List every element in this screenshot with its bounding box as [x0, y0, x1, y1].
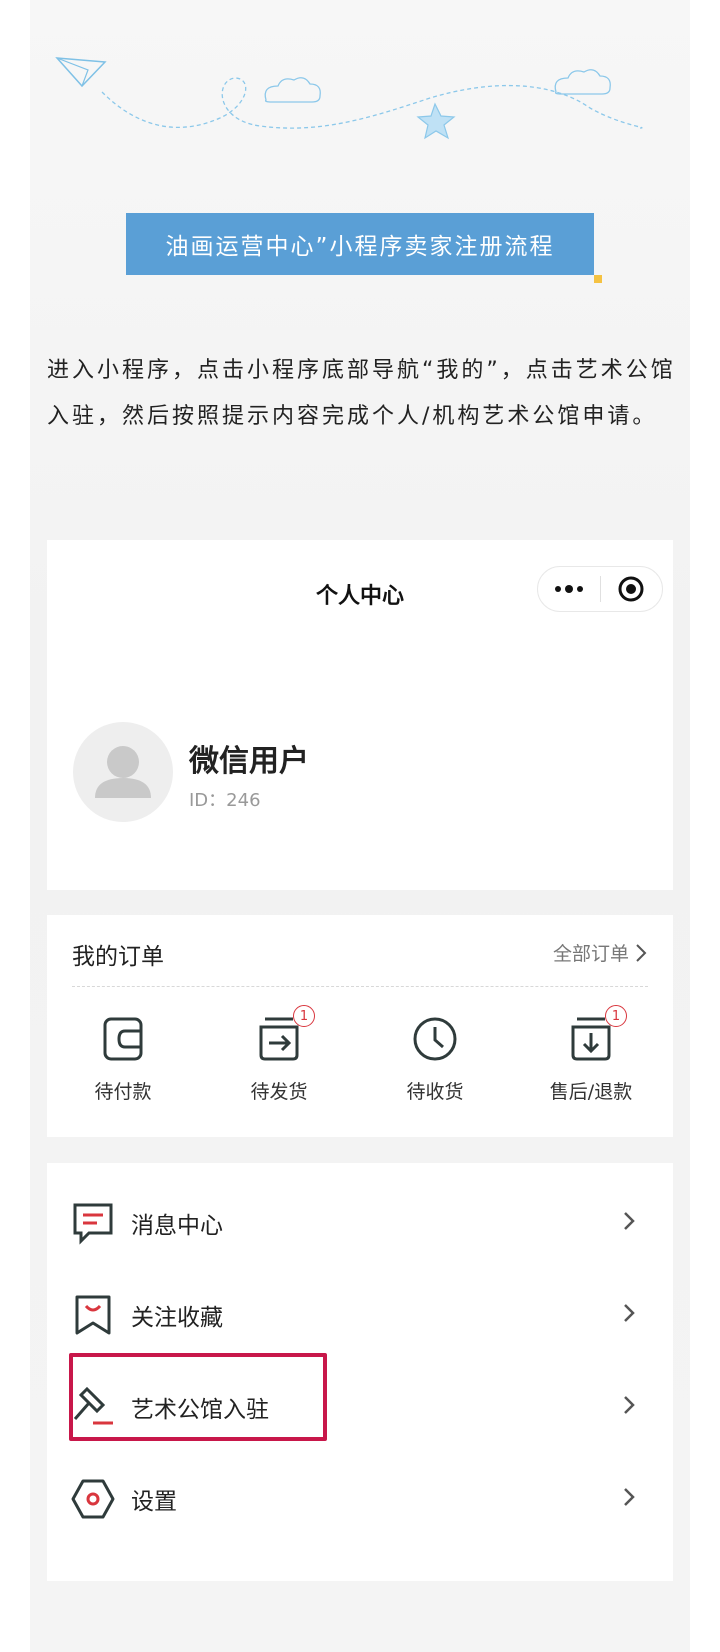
default-avatar-icon [95, 746, 151, 798]
order-badge: 1 [293, 1005, 315, 1027]
username: 微信用户 [189, 744, 309, 779]
order-badge: 1 [605, 1005, 627, 1027]
message-icon [71, 1201, 115, 1245]
menu-label: 设置 [131, 1489, 177, 1515]
highlight-annotation-box [69, 1353, 327, 1441]
paper-plane-decoration [55, 57, 643, 140]
orders-divider [72, 986, 648, 987]
menu-card: 消息中心 关注收藏 艺术公馆入驻 设置 [47, 1163, 673, 1581]
avatar[interactable] [73, 722, 173, 822]
all-orders-label: 全部订单 [552, 943, 629, 965]
order-pending-shipment[interactable]: 1 待发货 [214, 1005, 344, 1104]
article-title-bar: 油画运营中心”小程序卖家注册流程 [126, 213, 594, 275]
chevron-right-icon [623, 1211, 635, 1236]
article-title: 油画运营中心”小程序卖家注册流程 [165, 234, 555, 260]
favorite-bookmark-icon [71, 1293, 115, 1337]
menu-item-messages[interactable]: 消息中心 [47, 1177, 673, 1269]
chevron-right-icon [636, 943, 647, 962]
user-id: ID：246 [189, 790, 261, 811]
wallet-icon [99, 1015, 147, 1063]
order-label: 待收货 [406, 1081, 464, 1103]
chevron-right-icon [623, 1303, 635, 1328]
intro-paragraph: 进入小程序，点击小程序底部导航“我的”，点击艺术公馆入驻，然后按照提示内容完成个… [47, 358, 676, 429]
refund-icon: 1 [567, 1005, 627, 1063]
target-circle-icon[interactable] [600, 575, 662, 603]
ship-out-icon: 1 [255, 1005, 315, 1063]
settings-hexagon-icon [71, 1477, 115, 1521]
orders-title: 我的订单 [72, 944, 164, 970]
order-after-sale[interactable]: 1 售后/退款 [526, 1005, 656, 1104]
order-label: 待付款 [94, 1081, 152, 1103]
menu-label: 消息中心 [131, 1213, 223, 1239]
all-orders-link[interactable]: 全部订单 [553, 939, 647, 966]
orders-card: 我的订单 全部订单 待付款 1 待发货 待收货 1 售后/退款 [47, 915, 673, 1137]
profile-card: 个人中心 微信用户 ID：246 [47, 540, 673, 890]
mini-program-capsule [537, 566, 663, 612]
order-label: 售后/退款 [549, 1081, 633, 1103]
menu-item-favorites[interactable]: 关注收藏 [47, 1269, 673, 1361]
order-pending-payment[interactable]: 待付款 [58, 1015, 188, 1104]
menu-item-settings[interactable]: 设置 [47, 1453, 673, 1545]
chevron-right-icon [623, 1487, 635, 1512]
more-dots-icon[interactable] [538, 584, 600, 594]
order-label: 待发货 [250, 1081, 308, 1103]
article-page: 油画运营中心”小程序卖家注册流程 进入小程序，点击小程序底部导航“我的”，点击艺… [30, 0, 690, 1652]
chevron-right-icon [623, 1395, 635, 1420]
order-pending-receipt[interactable]: 待收货 [370, 1015, 500, 1104]
menu-label: 关注收藏 [131, 1305, 223, 1331]
title-corner-accent [594, 275, 602, 283]
clock-icon [411, 1015, 459, 1063]
